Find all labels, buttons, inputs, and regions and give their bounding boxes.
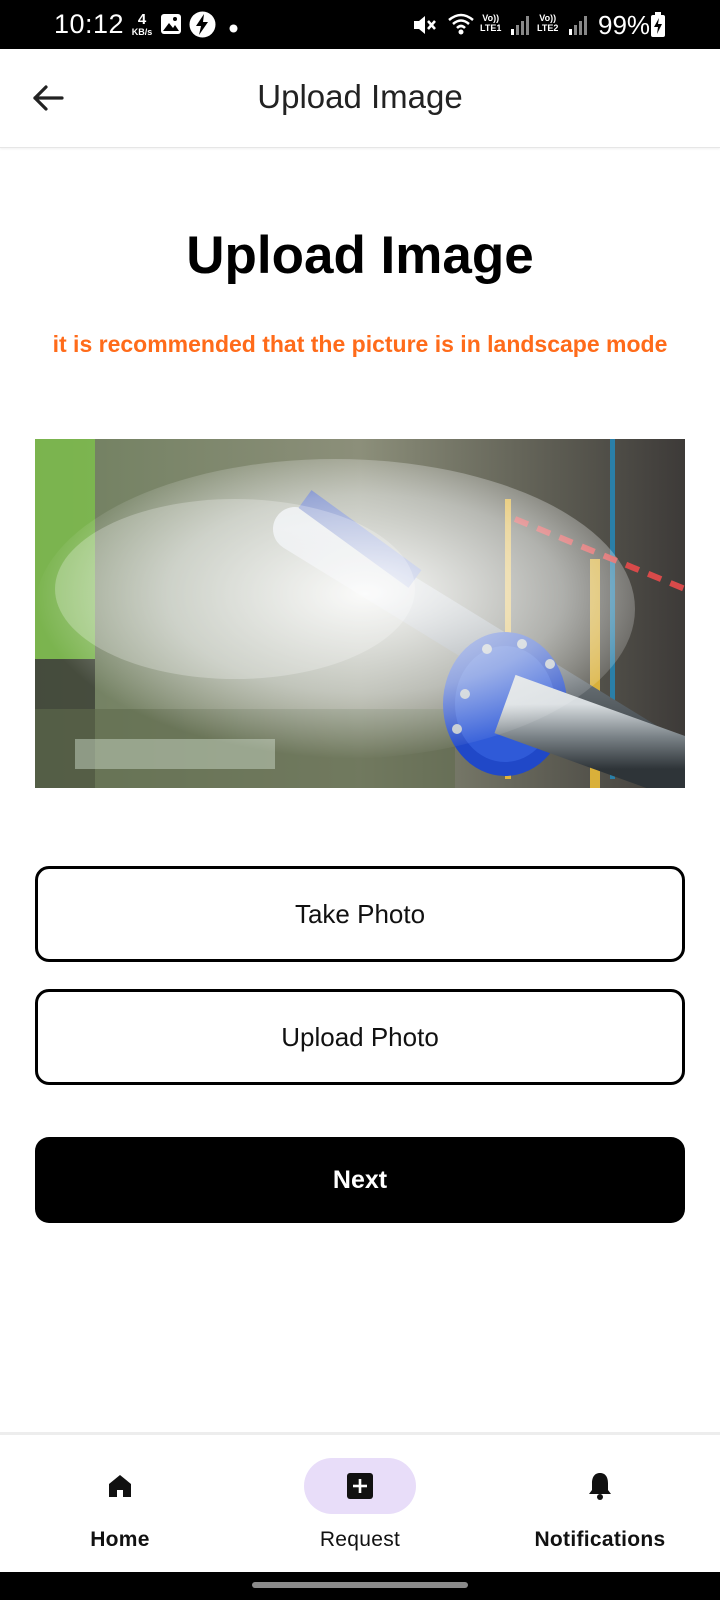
lte2-label: LTE2 <box>537 23 559 33</box>
next-button[interactable]: Next <box>35 1137 685 1223</box>
volte-label-2: Vo)) <box>539 13 557 23</box>
battery-icon <box>650 12 666 43</box>
lte1-label: LTE1 <box>480 23 502 33</box>
nav-item-notifications[interactable]: Notifications <box>480 1435 720 1575</box>
network-speed: 4 KB/s <box>128 12 156 37</box>
bell-icon-container <box>544 1458 656 1514</box>
mute-icon <box>411 12 437 43</box>
battery-percent: 99% <box>598 10 651 40</box>
nav-item-request[interactable]: Request <box>240 1435 480 1575</box>
home-icon-container <box>64 1458 176 1514</box>
gesture-bar <box>0 1572 720 1600</box>
status-bar: 10:12 4 KB/s Vo)) LTE1 Vo)) LTE2 99% <box>0 0 720 49</box>
image-icon <box>160 13 182 40</box>
wifi-icon <box>447 12 475 41</box>
volte-lte1: Vo)) LTE1 <box>480 13 501 33</box>
app-bar: Upload Image <box>0 49 720 148</box>
page-title: Upload Image <box>186 226 534 285</box>
signal-icon-2 <box>568 14 588 41</box>
nav-label-request: Request <box>319 1528 401 1551</box>
take-photo-button[interactable]: Take Photo <box>35 866 685 962</box>
network-speed-unit: KB/s <box>131 27 153 37</box>
dot-icon <box>229 20 238 38</box>
bell-icon <box>589 1473 611 1500</box>
uploaded-image-preview <box>35 439 685 788</box>
nav-item-home[interactable]: Home <box>0 1435 240 1575</box>
add-box-icon <box>347 1473 373 1499</box>
upload-photo-button[interactable]: Upload Photo <box>35 989 685 1085</box>
water-pipe-leak-image <box>35 439 685 788</box>
signal-icon <box>510 14 530 41</box>
bottom-navigation: Home Request Notifications <box>0 1432 720 1575</box>
nav-label-notifications: Notifications <box>534 1528 666 1551</box>
network-speed-value: 4 <box>137 11 147 28</box>
volte-label-1: Vo)) <box>482 13 500 23</box>
app-bar-title: Upload Image <box>257 78 463 115</box>
status-time: 10:12 <box>54 9 125 39</box>
home-icon <box>109 1475 131 1497</box>
home-gesture-handle[interactable] <box>252 1582 468 1588</box>
landscape-hint: it is recommended that the picture is in… <box>52 331 668 357</box>
volte-lte2: Vo)) LTE2 <box>537 13 558 33</box>
nav-label-home: Home <box>90 1528 150 1551</box>
bolt-icon <box>189 11 216 43</box>
add-box-icon-container <box>304 1458 416 1514</box>
